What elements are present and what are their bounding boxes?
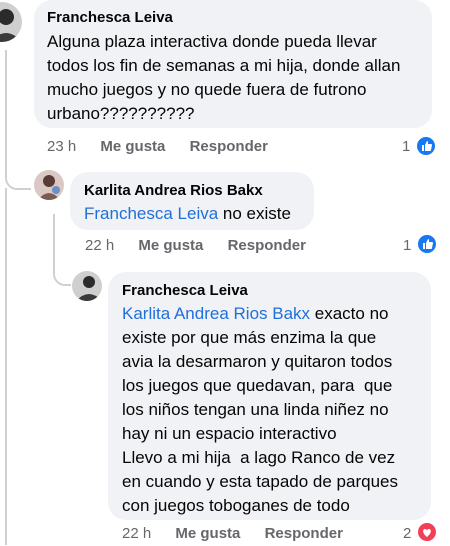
reply-button[interactable]: Responder	[228, 237, 306, 254]
comment-line: con juegos toboganes de todo	[122, 496, 350, 515]
avatar[interactable]	[72, 271, 102, 301]
like-icon[interactable]	[416, 233, 438, 255]
comment-author[interactable]: Franchesca Leiva	[122, 282, 248, 299]
comment-bubble: Franchesca Leiva Karlita Andrea Rios Bak…	[108, 272, 431, 520]
reaction-count[interactable]: 1	[403, 237, 411, 254]
thread-connector	[53, 262, 71, 286]
comment-timestamp[interactable]: 22 h	[122, 525, 151, 542]
comment-author[interactable]: Franchesca Leiva	[47, 9, 173, 26]
comment-line: avia la desarmaron y quitaron todos	[122, 352, 393, 371]
comment-line: hay ni un espacio interactivo	[122, 424, 337, 443]
avatar[interactable]	[0, 2, 22, 42]
comment-line: existe por que más enzima la que	[122, 328, 377, 347]
comment-actions: 23 h Me gusta Responder	[47, 138, 268, 155]
comment-line: en cuando y esta tapado de parques	[122, 472, 398, 491]
comment-text-rest: exacto no	[310, 304, 389, 323]
comment-actions: 22 h Me gusta Responder	[122, 525, 343, 542]
like-icon[interactable]	[415, 135, 437, 157]
love-icon[interactable]	[416, 521, 438, 543]
like-button[interactable]: Me gusta	[138, 237, 203, 254]
comment-author[interactable]: Karlita Andrea Rios Bakx	[84, 182, 263, 199]
like-button[interactable]: Me gusta	[100, 138, 165, 155]
comment-bubble: Franchesca Leiva Alguna plaza interactiv…	[34, 0, 432, 128]
thread-connector	[5, 170, 31, 190]
comment-text-rest: no existe	[218, 204, 291, 223]
thread-line	[53, 214, 55, 264]
comment-line: todos los fin de semanas a mi hija, dond…	[47, 56, 401, 75]
reply-button[interactable]: Responder	[265, 525, 343, 542]
comment-text: Alguna plaza interactiva donde pueda lle…	[47, 30, 427, 126]
like-button[interactable]: Me gusta	[175, 525, 240, 542]
mention-link[interactable]: Karlita Andrea Rios Bakx	[122, 304, 310, 323]
reply-button[interactable]: Responder	[190, 138, 268, 155]
comment-line: los juegos que quedavan, para que	[122, 376, 393, 395]
mention-link[interactable]: Franchesca Leiva	[84, 204, 218, 223]
reaction-count[interactable]: 1	[402, 138, 410, 155]
comment-text: Karlita Andrea Rios Bakx exacto no exist…	[122, 302, 427, 518]
thread-line	[5, 50, 7, 175]
comment-line: urbano??????????	[47, 104, 195, 123]
thread-line	[5, 188, 7, 545]
comment-line: Llevo a mi hija a lago Ranco de vez	[122, 448, 396, 467]
comment-bubble: Karlita Andrea Rios Bakx Franchesca Leiv…	[70, 172, 314, 230]
comment-line: mucho juegos y no quede fuera de futrono	[47, 80, 367, 99]
avatar[interactable]	[34, 170, 64, 200]
reaction-count[interactable]: 2	[403, 525, 411, 542]
comment-line: los niños tengan una linda niñez no	[122, 400, 389, 419]
comment-timestamp[interactable]: 23 h	[47, 138, 76, 155]
comment-line: Alguna plaza interactiva donde pueda lle…	[47, 32, 377, 51]
comment-timestamp[interactable]: 22 h	[85, 237, 114, 254]
comment-text: Franchesca Leiva no existe	[84, 202, 291, 226]
comment-actions: 22 h Me gusta Responder	[85, 237, 306, 254]
